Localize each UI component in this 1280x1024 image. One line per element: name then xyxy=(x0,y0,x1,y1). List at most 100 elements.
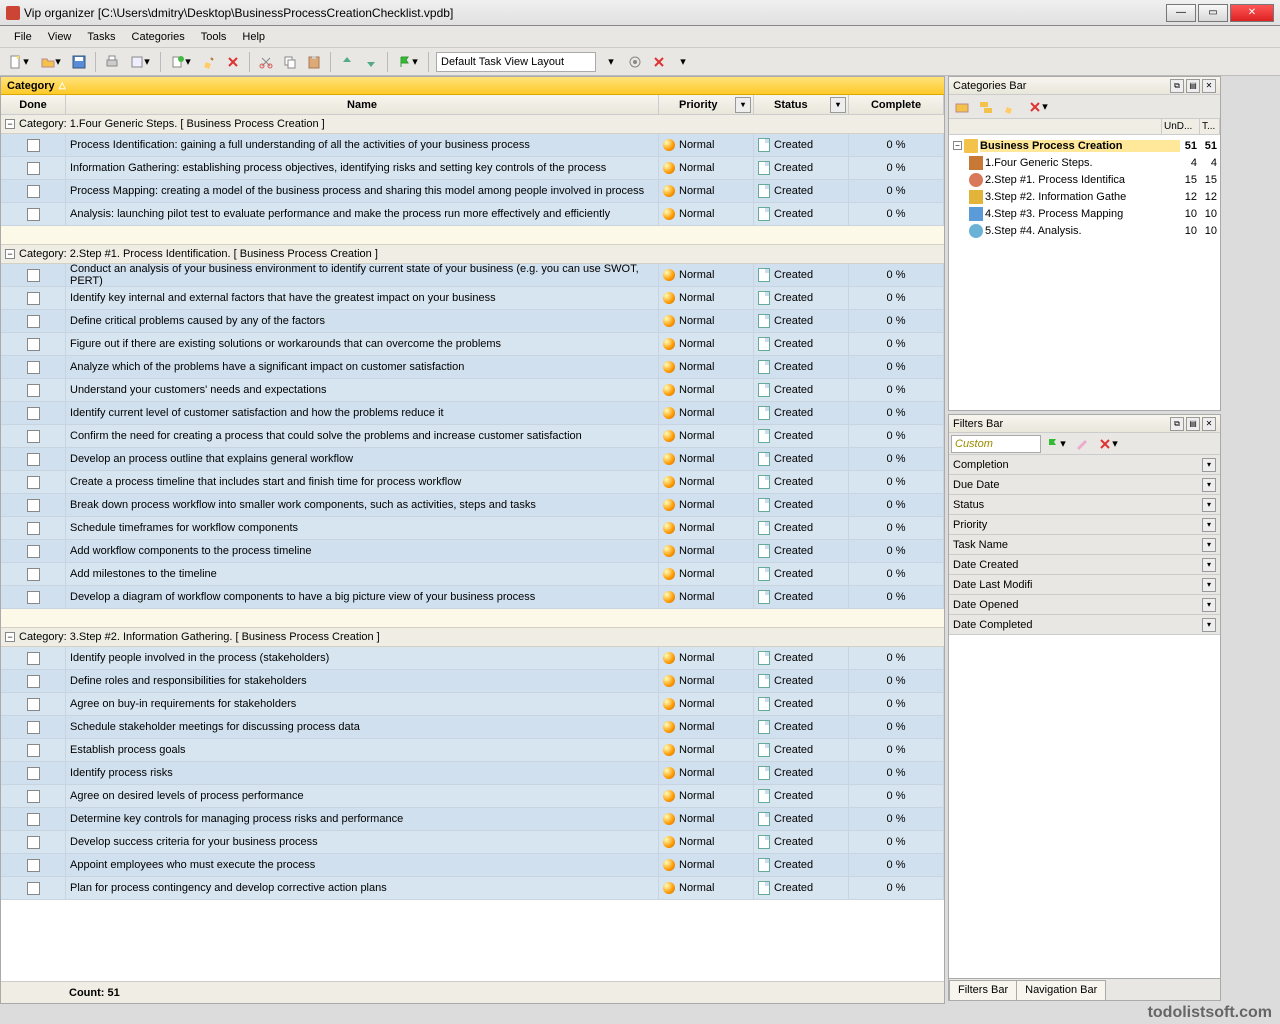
category-row[interactable]: −Category: 2.Step #1. Process Identifica… xyxy=(1,245,944,264)
menu-file[interactable]: File xyxy=(6,29,40,45)
task-row[interactable]: Agree on desired levels of process perfo… xyxy=(1,785,944,808)
done-checkbox[interactable] xyxy=(27,568,40,581)
tab[interactable]: Navigation Bar xyxy=(1016,980,1106,1000)
done-checkbox[interactable] xyxy=(27,407,40,420)
panel-close-button[interactable]: ✕ xyxy=(1202,417,1216,431)
save-button[interactable] xyxy=(68,51,90,73)
cat-delete-button[interactable]: ▾ xyxy=(1023,96,1053,118)
done-checkbox[interactable] xyxy=(27,476,40,489)
filter-row[interactable]: Task Name▾ xyxy=(949,535,1220,555)
task-row[interactable]: Appoint employees who must execute the p… xyxy=(1,854,944,877)
dropdown-icon[interactable]: ▾ xyxy=(1202,538,1216,552)
menu-tools[interactable]: Tools xyxy=(193,29,235,45)
filter-delete-button[interactable]: ▾ xyxy=(1093,433,1123,455)
filter-row[interactable]: Status▾ xyxy=(949,495,1220,515)
copy-button[interactable] xyxy=(279,51,301,73)
task-row[interactable]: Figure out if there are existing solutio… xyxy=(1,333,944,356)
task-row[interactable]: Process Mapping: creating a model of the… xyxy=(1,180,944,203)
done-checkbox[interactable] xyxy=(27,499,40,512)
print-button[interactable] xyxy=(101,51,123,73)
task-row[interactable]: Add workflow components to the process t… xyxy=(1,540,944,563)
task-row[interactable]: Agree on buy-in requirements for stakeho… xyxy=(1,693,944,716)
category-row[interactable]: −Category: 3.Step #2. Information Gather… xyxy=(1,628,944,647)
tree-node[interactable]: 3.Step #2. Information Gathe1212 xyxy=(949,188,1220,205)
menu-view[interactable]: View xyxy=(40,29,80,45)
expand-icon[interactable]: − xyxy=(5,632,15,642)
task-row[interactable]: Define critical problems caused by any o… xyxy=(1,310,944,333)
done-checkbox[interactable] xyxy=(27,292,40,305)
task-row[interactable]: Analysis: launching pilot test to evalua… xyxy=(1,203,944,226)
column-name[interactable]: Name xyxy=(66,95,659,114)
panel-close-button[interactable]: ✕ xyxy=(1202,79,1216,93)
cat-sub-button[interactable] xyxy=(975,96,997,118)
task-row[interactable]: Plan for process contingency and develop… xyxy=(1,877,944,900)
done-checkbox[interactable] xyxy=(27,652,40,665)
task-row[interactable]: Information Gathering: establishing proc… xyxy=(1,157,944,180)
filter-row[interactable]: Date Completed▾ xyxy=(949,615,1220,635)
dropdown-icon[interactable]: ▾ xyxy=(1202,458,1216,472)
tree-node[interactable]: 1.Four Generic Steps.44 xyxy=(949,154,1220,171)
done-checkbox[interactable] xyxy=(27,208,40,221)
done-checkbox[interactable] xyxy=(27,185,40,198)
expand-icon[interactable]: − xyxy=(5,249,15,259)
layout-selector[interactable]: Default Task View Layout xyxy=(436,52,596,72)
done-checkbox[interactable] xyxy=(27,338,40,351)
done-checkbox[interactable] xyxy=(27,675,40,688)
done-checkbox[interactable] xyxy=(27,882,40,895)
filter-row[interactable]: Priority▾ xyxy=(949,515,1220,535)
task-row[interactable]: Define roles and responsibilities for st… xyxy=(1,670,944,693)
new-doc-button[interactable]: ▾ xyxy=(4,51,34,73)
filter-preset-select[interactable]: Custom xyxy=(951,435,1041,453)
dropdown-icon[interactable]: ▾ xyxy=(1202,598,1216,612)
done-checkbox[interactable] xyxy=(27,790,40,803)
minimize-button[interactable]: — xyxy=(1166,4,1196,22)
done-checkbox[interactable] xyxy=(27,836,40,849)
dropdown-icon[interactable]: ▾ xyxy=(1202,518,1216,532)
task-row[interactable]: Establish process goalsNormalCreated0 % xyxy=(1,739,944,762)
dropdown-icon[interactable]: ▾ xyxy=(1202,558,1216,572)
task-row[interactable]: Develop a diagram of workflow components… xyxy=(1,586,944,609)
done-checkbox[interactable] xyxy=(27,813,40,826)
done-checkbox[interactable] xyxy=(27,721,40,734)
close-button[interactable]: ✕ xyxy=(1230,4,1274,22)
done-checkbox[interactable] xyxy=(27,430,40,443)
filter-icon[interactable]: ▾ xyxy=(830,97,846,113)
tree-node[interactable]: 5.Step #4. Analysis.1010 xyxy=(949,222,1220,239)
filter-row[interactable]: Completion▾ xyxy=(949,455,1220,475)
done-checkbox[interactable] xyxy=(27,698,40,711)
paste-button[interactable] xyxy=(303,51,325,73)
column-done[interactable]: Done xyxy=(1,95,66,114)
cat-edit-button[interactable] xyxy=(999,96,1021,118)
dropdown-icon[interactable]: ▾ xyxy=(1202,578,1216,592)
task-row[interactable]: Identify people involved in the process … xyxy=(1,647,944,670)
task-row[interactable]: Conduct an analysis of your business env… xyxy=(1,264,944,287)
open-button[interactable]: ▾ xyxy=(36,51,66,73)
filter-row[interactable]: Date Created▾ xyxy=(949,555,1220,575)
task-row[interactable]: Schedule stakeholder meetings for discus… xyxy=(1,716,944,739)
task-row[interactable]: Process Identification: gaining a full u… xyxy=(1,134,944,157)
done-checkbox[interactable] xyxy=(27,591,40,604)
done-checkbox[interactable] xyxy=(27,859,40,872)
done-checkbox[interactable] xyxy=(27,453,40,466)
new-task-button[interactable]: ▾ xyxy=(166,51,196,73)
task-row[interactable]: Determine key controls for managing proc… xyxy=(1,808,944,831)
tree-node[interactable]: 2.Step #1. Process Identifica1515 xyxy=(949,171,1220,188)
expand-icon[interactable]: − xyxy=(5,119,15,129)
cat-new-button[interactable] xyxy=(951,96,973,118)
dropdown-icon[interactable]: ▾ xyxy=(1202,498,1216,512)
filter-row[interactable]: Date Opened▾ xyxy=(949,595,1220,615)
done-checkbox[interactable] xyxy=(27,744,40,757)
filter-clear-button[interactable] xyxy=(1071,433,1093,455)
category-row[interactable]: −Category: 1.Four Generic Steps. [ Busin… xyxy=(1,115,944,134)
panel-pin-button[interactable]: ▤ xyxy=(1186,79,1200,93)
expand-icon[interactable]: − xyxy=(953,141,962,150)
move-up-button[interactable] xyxy=(336,51,358,73)
done-checkbox[interactable] xyxy=(27,545,40,558)
filter-row[interactable]: Date Last Modifi▾ xyxy=(949,575,1220,595)
panel-pin-button[interactable]: ▤ xyxy=(1186,417,1200,431)
filter-flag-button[interactable]: ▾ xyxy=(1041,433,1071,455)
task-row[interactable]: Confirm the need for creating a process … xyxy=(1,425,944,448)
done-checkbox[interactable] xyxy=(27,269,40,282)
maximize-button[interactable]: ▭ xyxy=(1198,4,1228,22)
task-row[interactable]: Develop an process outline that explains… xyxy=(1,448,944,471)
